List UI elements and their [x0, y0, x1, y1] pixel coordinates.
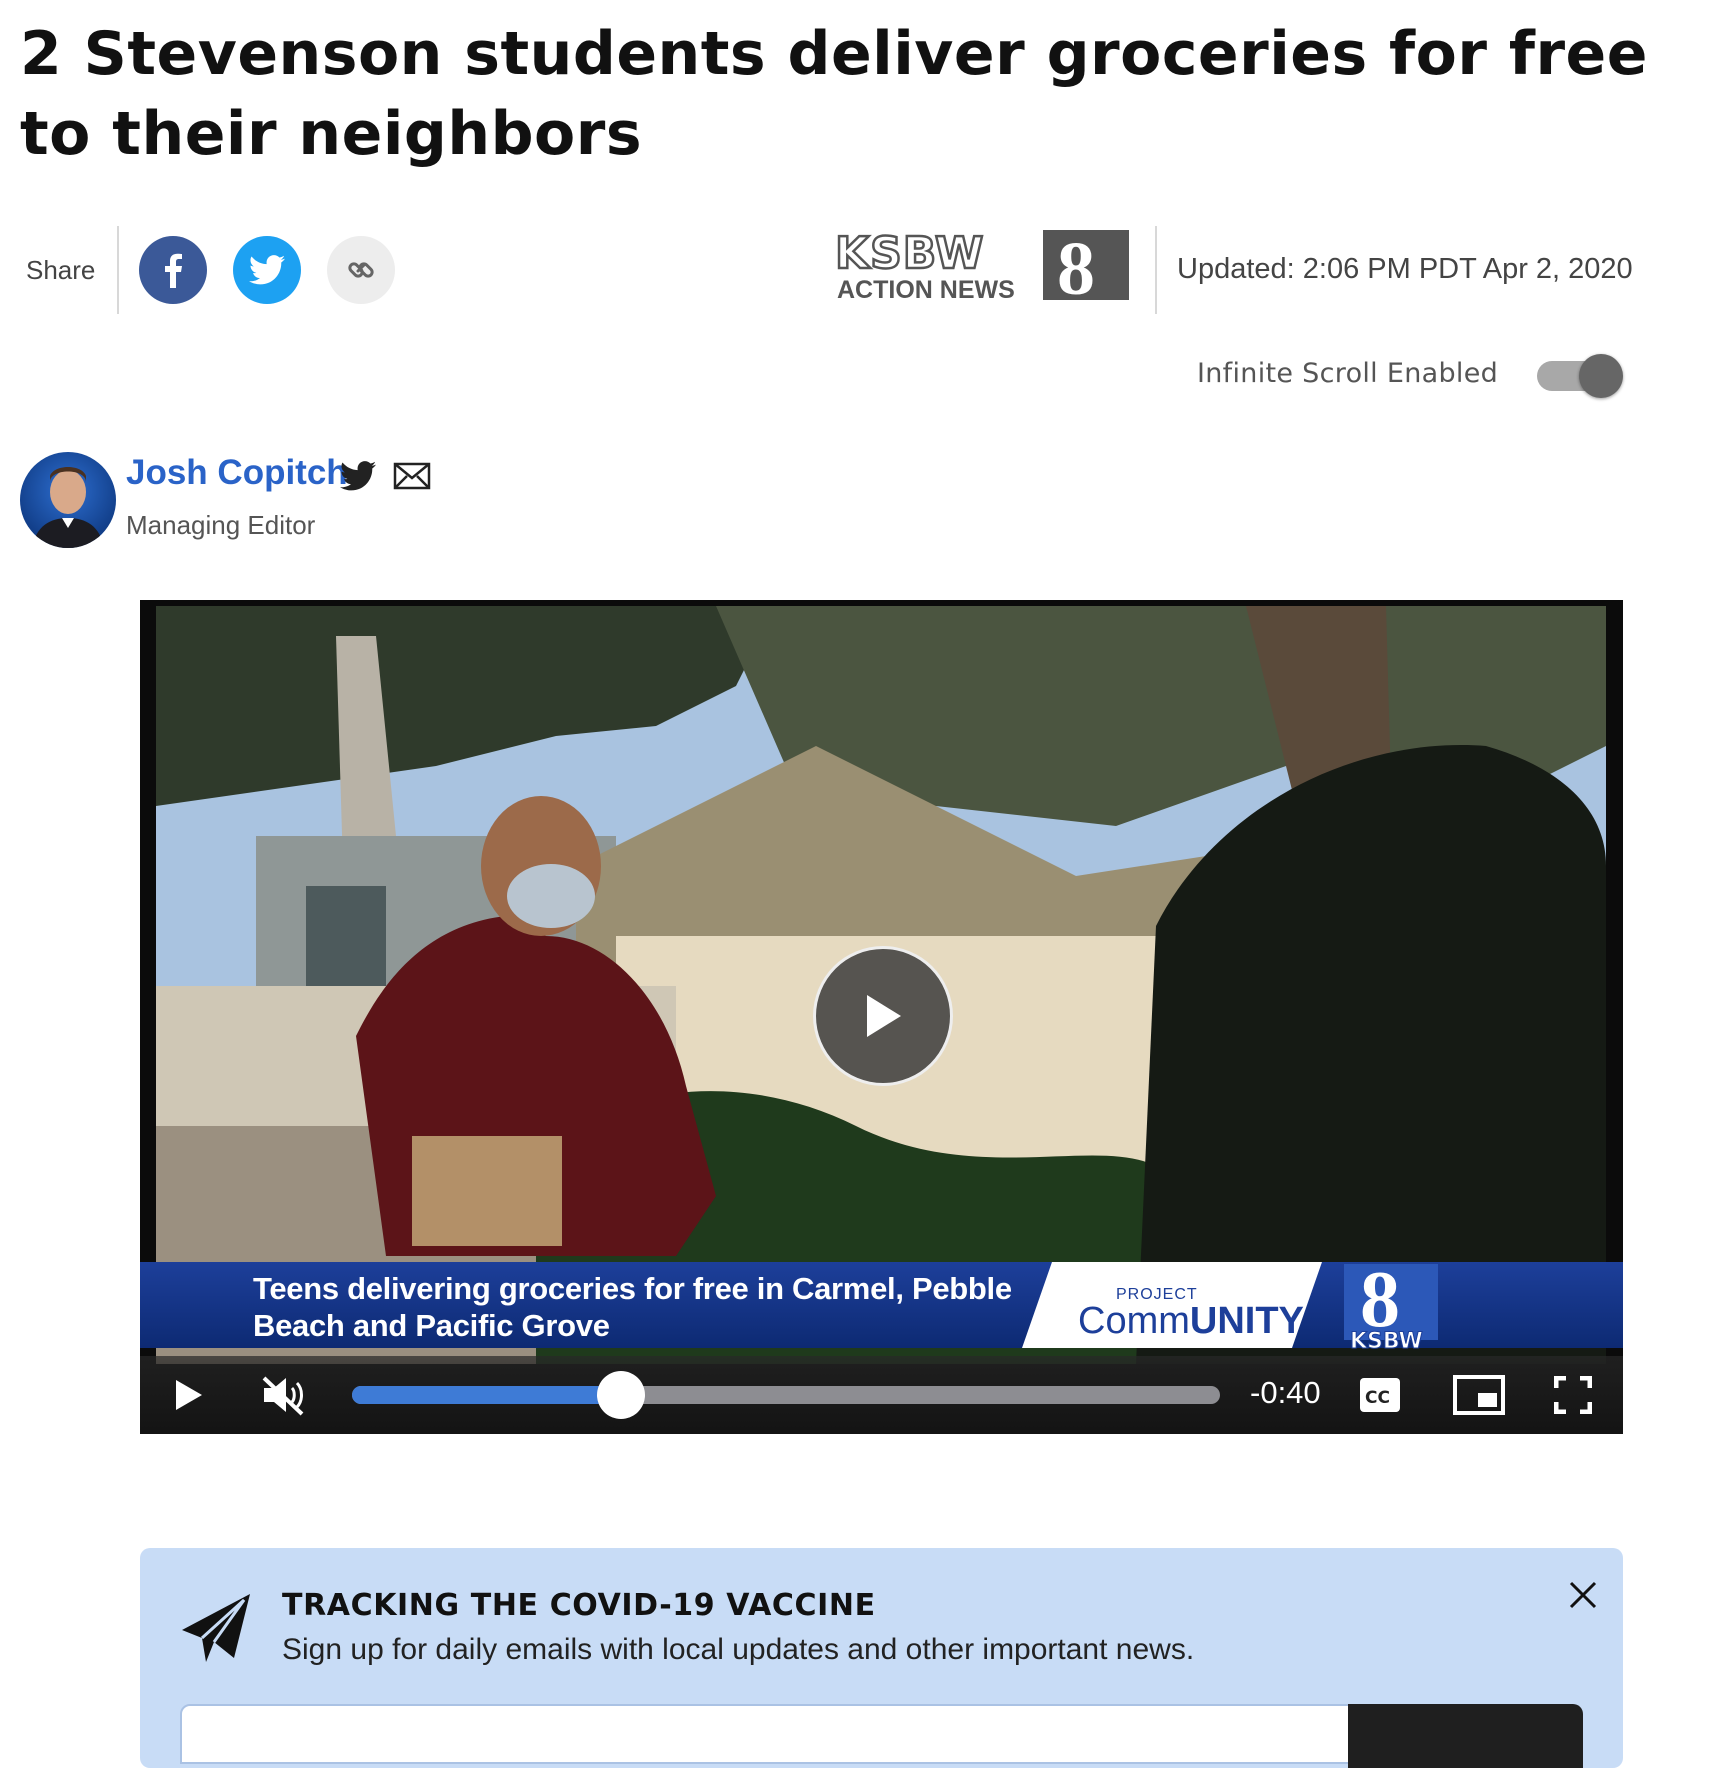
progress-fill [352, 1386, 622, 1404]
mute-icon [262, 1376, 304, 1416]
fullscreen-button[interactable] [1553, 1375, 1593, 1418]
closed-captions-button[interactable]: CC [1358, 1376, 1402, 1418]
twitter-share-button[interactable] [233, 236, 301, 304]
share-label: Share [26, 255, 96, 285]
updated-timestamp: Updated: 2:06 PM PDT Apr 2, 2020 [1177, 253, 1633, 285]
play-icon [176, 1380, 202, 1410]
close-icon [1569, 1581, 1597, 1609]
article-headline: 2 Stevenson students deliver groceries f… [20, 19, 1648, 169]
ksbw-logo[interactable]: KSBW ACTION NEWS 8 [833, 228, 1133, 304]
promo-close-button[interactable] [1568, 1580, 1598, 1610]
twitter-icon [340, 461, 376, 491]
toggle-knob [1579, 354, 1623, 398]
time-remaining: -0:40 [1250, 1375, 1321, 1410]
promo-title: TRACKING THE COVID-19 VACCINE [282, 1588, 876, 1623]
twitter-icon [249, 255, 285, 285]
fullscreen-icon [1553, 1375, 1593, 1415]
author-title: Managing Editor [126, 510, 316, 540]
logo-ksbw-text: KSBW [835, 228, 984, 279]
play-button[interactable] [174, 1378, 204, 1416]
infinite-scroll-label: Infinite Scroll Enabled [1197, 358, 1499, 389]
community-unity-text: UNITY [1189, 1300, 1304, 1342]
mail-icon [393, 462, 431, 490]
video-player[interactable]: Teens delivering groceries for free in C… [140, 600, 1623, 1434]
signup-submit-button[interactable] [1348, 1704, 1583, 1768]
picture-in-picture-button[interactable] [1452, 1374, 1506, 1420]
share-divider [117, 226, 119, 314]
progress-bar[interactable] [352, 1371, 1220, 1419]
ksbw-station-bug: 8 KSBW [1344, 1256, 1438, 1350]
copy-link-button[interactable] [327, 236, 395, 304]
cc-label: CC [1365, 1388, 1390, 1408]
infinite-scroll-toggle[interactable] [1537, 354, 1623, 398]
author-avatar[interactable] [20, 452, 116, 548]
facebook-icon [165, 253, 182, 288]
facebook-share-button[interactable] [139, 236, 207, 304]
lower-third-text: Teens delivering groceries for free in C… [253, 1271, 1012, 1343]
community-comm-text: Comm [1078, 1300, 1190, 1342]
community-label: CommUNITY [1078, 1300, 1304, 1343]
logo-eight-text: 8 [1057, 228, 1095, 304]
promo-subtitle: Sign up for daily emails with local upda… [282, 1633, 1195, 1666]
author-email-link[interactable] [393, 462, 431, 494]
mute-button[interactable] [260, 1374, 308, 1420]
cc-icon: CC [1360, 1378, 1400, 1412]
email-field[interactable] [180, 1704, 1350, 1764]
author-twitter-link[interactable] [340, 461, 376, 495]
bug-ksbw-text: KSBW [1350, 1329, 1423, 1350]
video-control-bar: -0:40 CC [140, 1356, 1623, 1434]
play-icon [867, 995, 901, 1037]
paper-plane-icon [182, 1594, 250, 1662]
progress-handle[interactable] [597, 1371, 646, 1419]
project-community-logo: PROJECT CommUNITY [1022, 1262, 1322, 1348]
header-divider [1155, 226, 1157, 314]
author-name-link[interactable]: Josh Copitch [126, 453, 348, 493]
logo-action-news-text: ACTION NEWS [837, 276, 1015, 304]
picture-in-picture-icon [1453, 1375, 1505, 1415]
big-play-button[interactable] [813, 946, 953, 1086]
vaccine-newsletter-promo: TRACKING THE COVID-19 VACCINE Sign up fo… [140, 1548, 1623, 1768]
link-icon [348, 262, 374, 278]
